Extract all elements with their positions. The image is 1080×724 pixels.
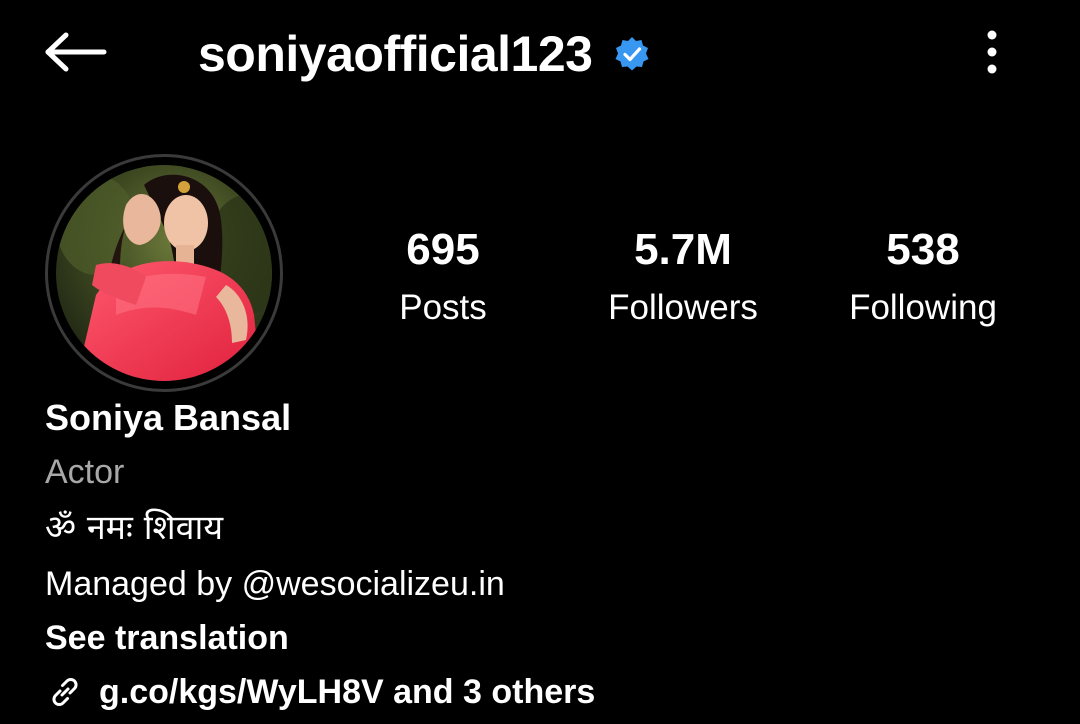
- followers-stat[interactable]: 5.7M Followers: [583, 222, 783, 338]
- top-bar: soniyaofficial123: [0, 0, 1080, 110]
- following-stat[interactable]: 538 Following: [828, 222, 1018, 338]
- bio-link[interactable]: g.co/kgs/WyLH8V and 3 others: [45, 664, 1045, 720]
- username-header: soniyaofficial123: [198, 22, 650, 86]
- managed-by-handle[interactable]: @wesocializeu.in: [242, 565, 505, 603]
- display-name: Soniya Bansal: [45, 397, 292, 438]
- posts-label: Posts: [399, 288, 487, 327]
- posts-stat[interactable]: 695 Posts: [373, 222, 513, 338]
- followers-label: Followers: [608, 288, 758, 327]
- following-label: Following: [849, 288, 997, 327]
- followers-count: 5.7M: [634, 225, 732, 274]
- link-icon: [45, 672, 85, 712]
- managed-by-prefix: Managed by: [45, 565, 242, 603]
- profile-bio: Soniya Bansal Actor ॐ नमः शिवाय Managed …: [45, 392, 1045, 720]
- more-options-button[interactable]: [966, 24, 1018, 84]
- more-vertical-icon: [986, 29, 998, 80]
- managed-by-line: Managed by @wesocializeu.in: [45, 556, 1045, 612]
- verified-badge-icon: [614, 36, 650, 72]
- posts-count: 695: [406, 225, 480, 274]
- profile-stats: 695 Posts 5.7M Followers 538 Following: [0, 222, 1080, 342]
- bio-text: ॐ नमः शिवाय: [45, 508, 224, 548]
- see-translation-button[interactable]: See translation: [45, 612, 289, 664]
- back-arrow-icon: [44, 32, 108, 77]
- back-button[interactable]: [38, 22, 114, 86]
- username: soniyaofficial123: [198, 26, 593, 82]
- category-label: Actor: [45, 453, 125, 491]
- bio-link-text: g.co/kgs/WyLH8V and 3 others: [99, 673, 596, 711]
- following-count: 538: [886, 225, 960, 274]
